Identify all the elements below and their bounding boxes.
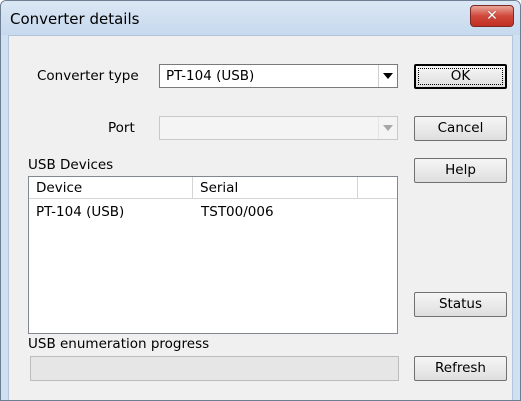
close-icon: ✕ <box>486 8 498 24</box>
port-label: Port <box>108 120 135 136</box>
cancel-button-label: Cancel <box>437 120 484 136</box>
usb-devices-label: USB Devices <box>28 157 114 173</box>
converter-type-label: Converter type <box>37 68 139 84</box>
focus-rectangle <box>418 68 503 85</box>
ok-button[interactable]: OK <box>414 64 507 89</box>
column-header-blank[interactable] <box>358 177 397 199</box>
title-bar[interactable]: Converter details ✕ <box>1 1 520 35</box>
refresh-button[interactable]: Refresh <box>414 356 507 381</box>
chevron-down-icon[interactable] <box>378 65 397 87</box>
status-button[interactable]: Status <box>414 292 507 317</box>
enumeration-progress-bar <box>30 356 399 381</box>
column-header-serial[interactable]: Serial <box>193 177 358 199</box>
dialog-window: Converter details ✕ Converter type PT-10… <box>0 0 521 401</box>
help-button[interactable]: Help <box>414 158 507 183</box>
status-button-label: Status <box>438 296 483 312</box>
usb-devices-list[interactable]: Device Serial PT-104 (USB) TST00/006 <box>28 176 398 334</box>
close-button[interactable]: ✕ <box>470 5 514 27</box>
window-title: Converter details <box>10 10 140 28</box>
progress-label: USB enumeration progress <box>28 336 210 352</box>
refresh-button-label: Refresh <box>435 360 486 376</box>
port-select[interactable] <box>159 116 398 140</box>
cancel-button[interactable]: Cancel <box>414 116 507 141</box>
dialog-client-area: Converter type PT-104 (USB) Port USB Dev… <box>8 35 513 400</box>
chevron-down-icon[interactable] <box>378 117 397 139</box>
converter-type-select[interactable]: PT-104 (USB) <box>159 64 398 88</box>
table-row[interactable]: PT-104 (USB) TST00/006 <box>29 201 397 221</box>
converter-type-value: PT-104 (USB) <box>166 68 255 84</box>
device-cell: PT-104 (USB) <box>36 204 125 220</box>
serial-cell: TST00/006 <box>201 204 274 220</box>
column-header-device[interactable]: Device <box>29 177 193 199</box>
help-button-label: Help <box>445 162 476 178</box>
